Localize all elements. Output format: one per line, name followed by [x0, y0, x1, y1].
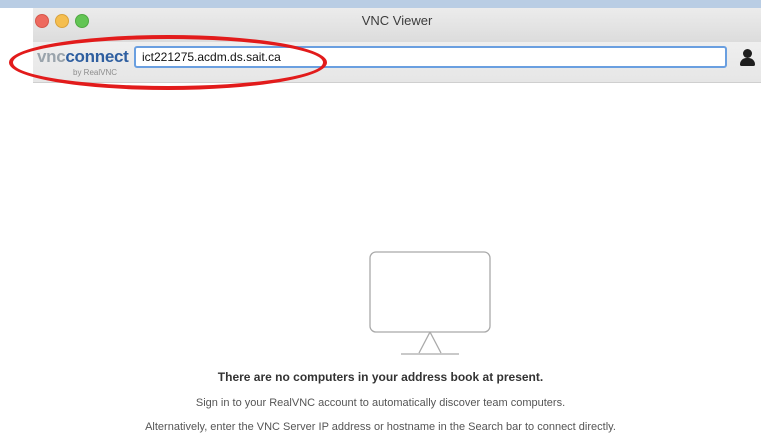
- empty-state-search-hint: Alternatively, enter the VNC Server IP a…: [145, 421, 616, 433]
- user-icon-body: [740, 58, 755, 66]
- logo-wordmark: vncconnect: [37, 47, 129, 67]
- user-icon-head: [743, 49, 752, 58]
- logo-subtitle: by RealVNC: [73, 68, 118, 77]
- empty-state-heading: There are no computers in your address b…: [217, 370, 544, 384]
- empty-state-signin-text: Sign in to your RealVNC account to autom…: [195, 397, 566, 409]
- monitor-icon: [369, 251, 491, 355]
- window-title: VNC Viewer: [361, 13, 433, 28]
- toolbar: vncconnect by RealVNC: [33, 42, 761, 83]
- logo-wordmark-vnc: vnc: [37, 47, 66, 66]
- logo-wordmark-connect: connect: [65, 47, 129, 66]
- desktop-background: [0, 0, 761, 8]
- title-bar: VNC Viewer: [33, 8, 761, 42]
- user-icon[interactable]: [739, 47, 759, 69]
- search-input[interactable]: [134, 46, 727, 68]
- vnc-connect-logo: vncconnect by RealVNC: [37, 47, 129, 81]
